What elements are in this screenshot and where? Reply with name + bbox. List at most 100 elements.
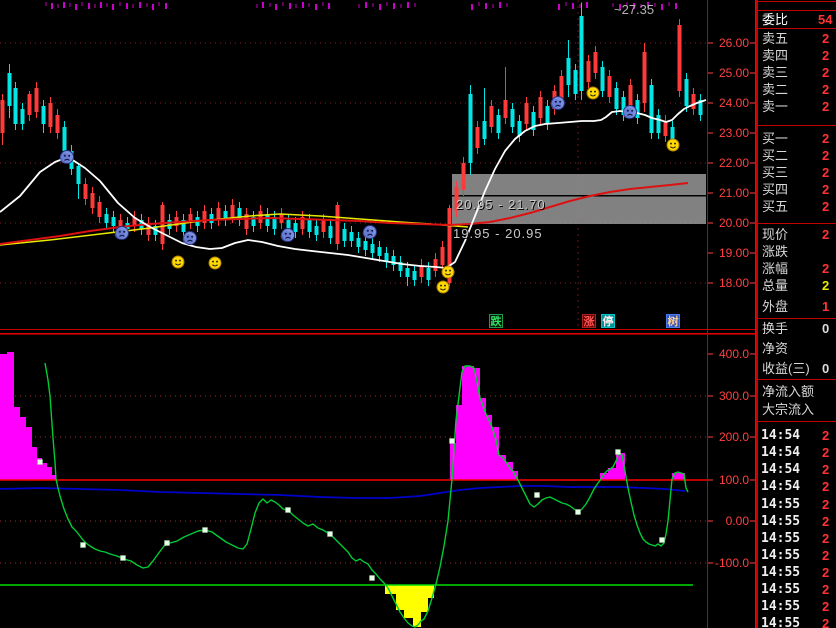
trade-time: 14:54	[761, 428, 801, 443]
time-sales-row[interactable]: 14:55 2	[758, 496, 836, 513]
smiley-face-marker	[171, 255, 185, 269]
candle-body	[426, 268, 431, 280]
trade-time: 14:54	[761, 462, 801, 477]
quote-row-买一[interactable]: 买一 2	[758, 130, 836, 147]
candle-body	[684, 79, 689, 106]
smiley-face-marker	[666, 138, 680, 152]
time-sales-row[interactable]: 14:54 2	[758, 444, 836, 461]
candle-body	[524, 103, 529, 124]
trade-price: 2	[822, 462, 830, 477]
info-row-换手: 换手 0	[758, 320, 836, 337]
candle-body	[510, 109, 515, 127]
trade-price: 2	[822, 531, 830, 546]
candle-body	[90, 193, 95, 208]
quote-value: 2	[822, 199, 830, 214]
status-badge-1: 涨	[582, 314, 596, 328]
candle-body	[0, 100, 5, 133]
indicator-pane[interactable]: 400.0 300.0 200.0 100.0 0.00 -100.0	[0, 333, 756, 628]
quote-row-卖二[interactable]: 卖二 2	[758, 81, 836, 98]
time-sales-row[interactable]: 14:55 2	[758, 530, 836, 547]
sad-face-marker	[550, 96, 565, 110]
candle-body	[433, 259, 438, 271]
quote-label: 大宗流入	[762, 402, 815, 417]
smiley-face-marker	[436, 280, 450, 294]
price-axis-label: 24.00	[719, 96, 749, 110]
candle-body	[111, 217, 116, 226]
time-sales-row[interactable]: 14:54 2	[758, 427, 836, 444]
time-sales-row[interactable]: 14:55 2	[758, 581, 836, 598]
indicator-svg[interactable]: 400.0 300.0 200.0 100.0 0.00 -100.0	[0, 333, 756, 628]
candle-body	[55, 115, 60, 133]
candle-body	[13, 88, 18, 124]
trade-price: 2	[822, 428, 830, 443]
quote-row-卖五[interactable]: 卖五 2	[758, 30, 836, 47]
quote-row-买四[interactable]: 买四 2	[758, 181, 836, 198]
time-sales-row[interactable]: 14:55 2	[758, 564, 836, 581]
candle-body	[593, 52, 598, 73]
candle-body	[7, 73, 12, 106]
quote-row-买五[interactable]: 买五 2	[758, 198, 836, 215]
info-row-大宗流入: 大宗流入	[758, 401, 836, 418]
price-axis-label: 26.00	[719, 36, 749, 50]
quote-value: 2	[822, 165, 830, 180]
candle-body	[363, 241, 368, 250]
candle-body	[34, 88, 39, 112]
candle-body	[461, 163, 466, 190]
info-row-净流入额: 净流入额	[758, 383, 836, 400]
candle-body	[545, 106, 550, 124]
trade-time: 14:55	[761, 582, 801, 597]
time-sales-row[interactable]: 14:55 2	[758, 547, 836, 564]
price-chart-svg[interactable]: ~27.35 26.00 25.00 24.00 23.00 22.00 21.00 20.0…	[0, 0, 756, 333]
signal-square-marker	[37, 459, 43, 465]
quote-value: 2	[822, 31, 830, 46]
candle-body	[265, 214, 270, 226]
candle-body	[321, 220, 326, 232]
signal-square-marker	[534, 492, 540, 498]
signal-square-marker	[327, 531, 333, 537]
price-axis-label: 18.00	[719, 276, 749, 290]
quote-row-买三[interactable]: 买三 2	[758, 164, 836, 181]
candle-body	[405, 268, 410, 277]
info-row-涨幅: 涨幅 2	[758, 260, 836, 277]
quote-value: 54	[818, 12, 833, 27]
quote-value: 2	[822, 99, 830, 114]
time-sales-row[interactable]: 14:55 2	[758, 513, 836, 530]
candle-body	[677, 25, 682, 91]
candle-body	[440, 247, 445, 265]
quote-value: 2	[822, 227, 830, 242]
candle-body	[482, 121, 487, 139]
quote-value: 2	[822, 278, 830, 293]
quote-row-卖三[interactable]: 卖三 2	[758, 64, 836, 81]
price-axis-label: 25.00	[719, 66, 749, 80]
sad-face-marker	[622, 105, 637, 119]
weibi-row: 委比 54	[758, 11, 836, 28]
price-axis-label: 22.00	[719, 156, 749, 170]
candle-body	[230, 205, 235, 217]
time-sales-row[interactable]: 14:55 2	[758, 598, 836, 615]
signal-square-marker	[615, 449, 621, 455]
trade-price: 2	[822, 497, 830, 512]
quote-row-卖一[interactable]: 卖一 2	[758, 98, 836, 115]
quote-value: 2	[822, 261, 830, 276]
quote-label: 换手	[762, 321, 789, 336]
quote-row-卖四[interactable]: 卖四 2	[758, 47, 836, 64]
candle-body	[97, 202, 102, 217]
indicator-axis-label: 400.0	[719, 347, 749, 361]
quote-label: 现价	[762, 227, 789, 242]
trade-price: 2	[822, 548, 830, 563]
signal-square-marker	[164, 540, 170, 546]
candle-body	[503, 100, 508, 118]
quote-row-买二[interactable]: 买二 2	[758, 147, 836, 164]
indicator-axis-label: -100.0	[715, 556, 749, 570]
candle-body	[468, 94, 473, 163]
time-sales-row[interactable]: 14:54 2	[758, 478, 836, 495]
price-chart-pane[interactable]: ~27.35 26.00 25.00 24.00 23.00 22.00 21.00 20.0…	[0, 0, 756, 333]
zone-range-label: 19.95 - 20.95	[453, 226, 543, 241]
quote-value: 2	[822, 182, 830, 197]
candle-body	[258, 211, 263, 223]
info-row-涨跌: 涨跌	[758, 243, 836, 260]
time-sales-row[interactable]: 14:54 2	[758, 461, 836, 478]
quote-label: 卖四	[762, 48, 789, 63]
time-sales-row[interactable]: 14:55 2	[758, 615, 836, 628]
candle-body	[328, 226, 333, 238]
